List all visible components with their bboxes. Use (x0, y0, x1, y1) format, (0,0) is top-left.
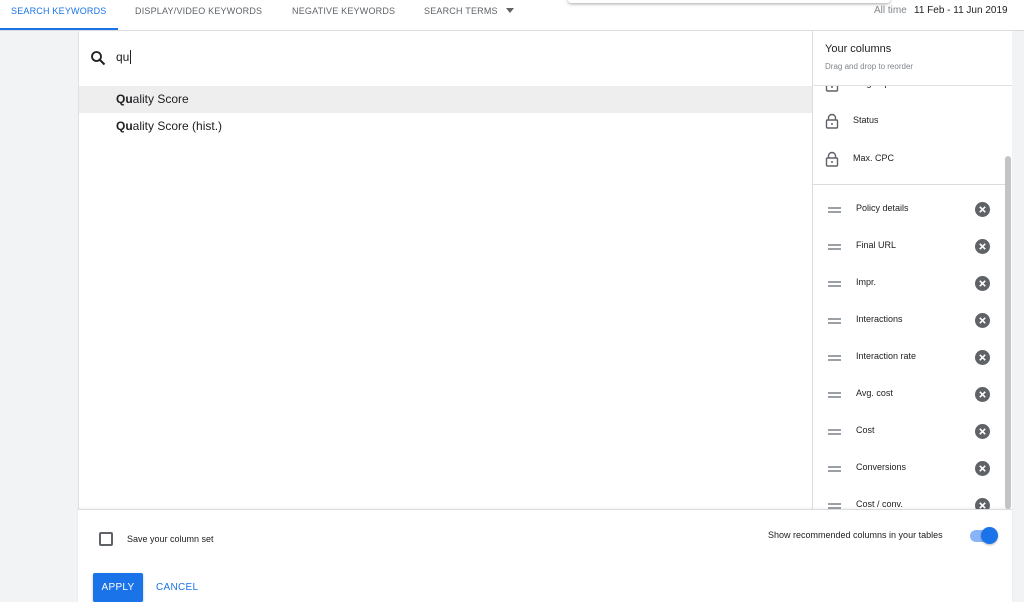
search-row (79, 31, 813, 86)
your-columns-subtitle: Drag and drop to reorder (825, 62, 914, 71)
column-item-avg-cost[interactable]: Avg. cost (813, 378, 1012, 415)
locked-column-status: Status (813, 103, 1012, 140)
drag-handle-icon[interactable] (828, 244, 841, 250)
drag-handle-icon[interactable] (828, 392, 841, 398)
tab-search-terms-label: SEARCH TERMS (424, 6, 498, 16)
tab-search-keywords[interactable]: SEARCH KEYWORDS (11, 0, 107, 30)
divider (813, 184, 1005, 185)
suggestion-item-quality-score-hist[interactable]: Quality Score (hist.) (79, 113, 813, 140)
right-gutter (1012, 31, 1024, 602)
column-item-label: Impr. (856, 277, 877, 287)
date-range-value[interactable]: 11 Feb - 11 Jun 2019 (914, 0, 1008, 22)
locked-column-max-cpc: Max. CPC (813, 141, 1012, 178)
apply-button[interactable]: APPLY (93, 573, 143, 602)
column-search-panel: Quality Score Quality Score (hist.) (78, 31, 813, 509)
column-item-impr[interactable]: Impr. (813, 267, 1012, 304)
search-input[interactable] (116, 49, 716, 65)
column-item-final-url[interactable]: Final URL (813, 230, 1012, 267)
tab-search-terms[interactable]: SEARCH TERMS (424, 0, 514, 30)
column-item-label: Cost (856, 425, 875, 435)
column-item-interaction-rate[interactable]: Interaction rate (813, 341, 1012, 378)
drag-handle-icon[interactable] (828, 355, 841, 361)
remove-icon[interactable] (975, 461, 990, 476)
suggestion-match: Qu (116, 119, 133, 133)
locked-column-label: Status (853, 115, 879, 125)
lock-icon (825, 113, 839, 129)
tab-bar: SEARCH KEYWORDS DISPLAY/VIDEO KEYWORDS N… (0, 0, 1024, 31)
column-item-label: Avg. cost (856, 388, 893, 398)
remove-icon[interactable] (975, 276, 990, 291)
cancel-button[interactable]: CANCEL (150, 573, 200, 602)
drag-handle-icon[interactable] (828, 466, 841, 472)
your-columns-title: Your columns (825, 43, 892, 55)
left-gutter (0, 31, 78, 602)
suggestion-rest: ality Score (hist.) (132, 119, 223, 133)
drag-handle-icon[interactable] (828, 281, 841, 287)
remove-icon[interactable] (975, 387, 990, 402)
remove-icon[interactable] (975, 202, 990, 217)
suggestion-item-quality-score[interactable]: Quality Score (79, 86, 813, 113)
suggestion-match: Qu (116, 92, 133, 106)
remove-icon[interactable] (975, 498, 990, 509)
tab-display-video-keywords[interactable]: DISPLAY/VIDEO KEYWORDS (135, 0, 262, 30)
column-item-label: Final URL (856, 240, 897, 250)
remove-icon[interactable] (975, 239, 990, 254)
columns-scrollbar[interactable] (1005, 156, 1011, 509)
column-item-label: Cost / conv. (856, 499, 903, 509)
column-item-conversions[interactable]: Conversions (813, 452, 1012, 489)
column-item-label: Conversions (856, 462, 907, 472)
lock-icon (825, 151, 839, 167)
column-item-label: Interaction rate (856, 351, 917, 361)
column-item-cost-per-conv[interactable]: Cost / conv. (813, 489, 1012, 509)
footer-bar: Save your column set Show recommended co… (78, 509, 1012, 602)
column-item-interactions[interactable]: Interactions (813, 304, 1012, 341)
save-column-set-checkbox[interactable] (99, 532, 113, 546)
remove-icon[interactable] (975, 313, 990, 328)
drag-handle-icon[interactable] (828, 207, 841, 213)
recommended-columns-label: Show recommended columns in your tables (768, 530, 943, 540)
column-item-policy-details[interactable]: Policy details (813, 193, 1012, 230)
remove-icon[interactable] (975, 350, 990, 365)
tab-negative-keywords[interactable]: NEGATIVE KEYWORDS (292, 0, 395, 30)
drag-handle-icon[interactable] (828, 318, 841, 324)
column-item-cost[interactable]: Cost (813, 415, 1012, 452)
remove-icon[interactable] (975, 424, 990, 439)
drag-handle-icon[interactable] (828, 429, 841, 435)
active-tab-indicator (0, 28, 118, 30)
save-column-set-label: Save your column set (127, 534, 214, 544)
column-item-label: Interactions (856, 314, 903, 324)
suggestion-rest: ality Score (132, 92, 189, 106)
search-icon (91, 51, 106, 66)
locked-column-label: Max. CPC (853, 153, 895, 163)
recommended-columns-toggle[interactable] (981, 527, 998, 544)
your-columns-header: Your columns Drag and drop to reorder (813, 31, 1012, 86)
text-cursor (130, 50, 131, 64)
your-columns-panel: Ad group Status Max. CPC Policy details … (812, 31, 1012, 509)
column-item-label: Policy details (856, 203, 909, 213)
overlay-edge (568, 0, 890, 3)
date-range-label: All time (874, 5, 907, 16)
caret-down-icon (505, 8, 514, 14)
